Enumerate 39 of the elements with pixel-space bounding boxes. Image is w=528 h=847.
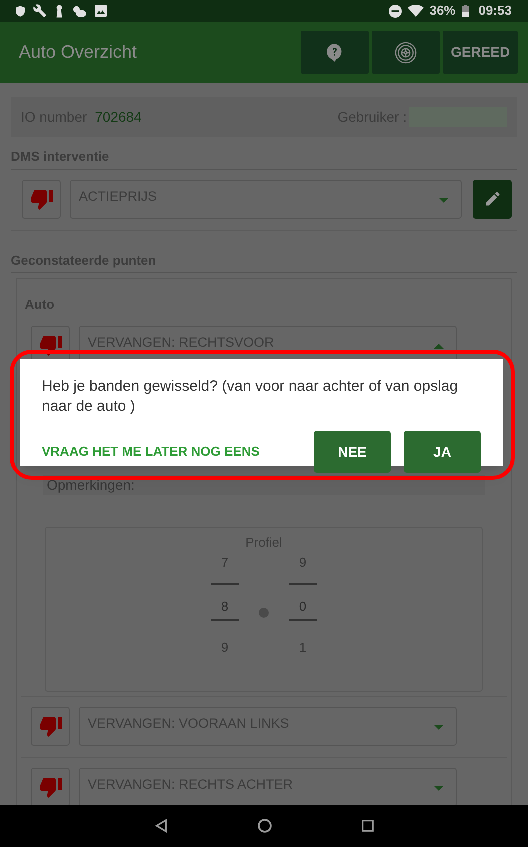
caret-icon — [434, 786, 444, 790]
decimal-dot-icon — [259, 608, 269, 618]
keyhole-icon — [55, 4, 64, 18]
pencil-icon — [484, 190, 502, 208]
caret-icon — [434, 344, 444, 348]
help-button[interactable] — [301, 31, 369, 74]
picker-value[interactable]: 0 — [299, 597, 307, 617]
battery-icon — [462, 5, 469, 17]
clock: 09:53 — [478, 2, 512, 20]
image-icon — [95, 5, 107, 17]
io-number: 702684 — [95, 108, 142, 126]
thumbs-down-button[interactable] — [31, 706, 70, 746]
ask-later-link[interactable]: VRAAG HET ME LATER NOG EENS — [42, 442, 314, 462]
edit-button[interactable] — [473, 180, 512, 218]
thumbs-down-icon — [38, 333, 62, 357]
tire-button[interactable] — [372, 31, 440, 74]
thumbs-down-button[interactable] — [22, 180, 61, 218]
caret-icon — [434, 724, 444, 730]
caret-icon — [439, 198, 449, 202]
do-not-disturb-icon — [388, 4, 402, 18]
thumbs-down-icon — [38, 714, 62, 738]
shield-icon — [16, 6, 25, 16]
help-icon — [327, 44, 343, 62]
wrench-icon — [33, 4, 47, 18]
back-icon[interactable] — [154, 819, 168, 833]
battery-percent: 36% — [430, 2, 456, 20]
weather-icon — [72, 4, 87, 18]
wifi-icon — [408, 5, 424, 17]
home-icon[interactable] — [258, 819, 272, 833]
done-button[interactable]: GEREED — [443, 31, 518, 74]
dialog-button[interactable]: JA — [404, 431, 481, 473]
picker-value[interactable]: 8 — [221, 597, 229, 617]
dialog-button[interactable]: NEE — [314, 431, 391, 473]
app-title: Auto Overzicht — [19, 41, 138, 64]
dialog-message: Heb je banden gewisseld? (van voor naar achter of van opslag naar de auto ) — [42, 377, 460, 417]
tire-icon — [395, 42, 417, 64]
recents-icon[interactable] — [362, 820, 374, 832]
thumbs-down-icon — [30, 187, 54, 211]
thumbs-down-icon — [38, 775, 62, 799]
